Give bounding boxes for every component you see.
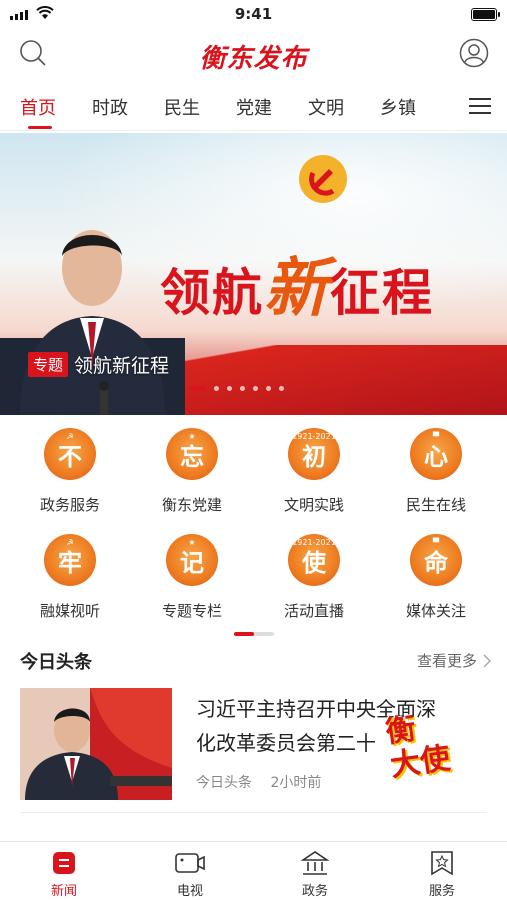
banner-caption-text: 领航新征程 xyxy=(74,355,170,377)
topic-badge: 专题 xyxy=(28,352,69,377)
headlines-header: 今日头条 查看更多 xyxy=(0,646,507,676)
tab-civilization[interactable]: 文明 xyxy=(308,94,344,120)
status-bar: 9:41 xyxy=(0,0,507,30)
tabbar-service[interactable]: 服务 xyxy=(402,850,482,899)
grid-item-party-building[interactable]: ★ 忘 衡东党建 xyxy=(142,428,242,515)
tab-politics[interactable]: 时政 xyxy=(92,94,128,120)
shi-icon: 1921-2021 使 xyxy=(288,534,340,586)
news-thumbnail xyxy=(20,688,172,800)
service-icon xyxy=(431,851,453,876)
user-icon xyxy=(459,38,489,68)
ming-icon: ▀ 命 xyxy=(410,534,462,586)
lao-icon: ☭ 牢 xyxy=(44,534,96,586)
tabbar-tv[interactable]: 电视 xyxy=(150,850,230,899)
ji-icon: ★ 记 xyxy=(166,534,218,586)
party-emblem-icon xyxy=(299,155,347,203)
xin-icon: ▀ 心 xyxy=(410,428,462,480)
category-tabs: 首页 时政 民生 党建 文明 乡镇 xyxy=(0,84,507,131)
grid-page-indicator xyxy=(234,632,274,636)
grid-item-live-events[interactable]: 1921-2021 使 活动直播 xyxy=(264,534,364,621)
grid-item-civilization-practice[interactable]: 1921-2021 初 文明实践 xyxy=(264,428,364,515)
bu-icon: ☭ 不 xyxy=(44,428,96,480)
bottom-tab-bar: 新闻 电视 政务 服务 xyxy=(0,841,507,900)
tabbar-news[interactable]: 新闻 xyxy=(24,850,104,899)
grid-item-media-attention[interactable]: ▀ 命 媒体关注 xyxy=(386,534,486,621)
tab-livelihood[interactable]: 民生 xyxy=(164,94,200,120)
grid-item-special-topics[interactable]: ★ 记 专题专栏 xyxy=(142,534,242,621)
news-icon xyxy=(53,852,75,874)
view-more-link[interactable]: 查看更多 xyxy=(417,650,491,671)
app-header: 衡东发布 xyxy=(0,30,507,80)
government-icon xyxy=(301,851,329,875)
banner-caption: 专题 领航新征程 xyxy=(28,351,169,378)
menu-icon[interactable] xyxy=(469,98,491,119)
tab-home[interactable]: 首页 xyxy=(20,94,56,120)
grid-item-livelihood-online[interactable]: ▀ 心 民生在线 xyxy=(386,428,486,515)
chu-icon: 1921-2021 初 xyxy=(288,428,340,480)
banner-carousel[interactable]: 领航新征程 专题 领航新征程 xyxy=(0,133,507,415)
chevron-right-icon xyxy=(483,653,491,668)
battery-icon xyxy=(471,8,500,21)
app-logo: 衡东发布 xyxy=(199,44,308,74)
carousel-indicator xyxy=(190,386,284,391)
news-meta: 今日头条 2小时前 xyxy=(196,772,335,792)
banner-portrait xyxy=(0,230,185,415)
news-item[interactable]: 习近平主持召开中央全面深化改革委员会第二十 今日头条 2小时前 衡 大使 xyxy=(20,688,487,800)
grid-item-government-services[interactable]: ☭ 不 政务服务 xyxy=(20,428,120,515)
news-source: 今日头条 xyxy=(196,775,252,791)
wang-icon: ★ 忘 xyxy=(166,428,218,480)
tab-towns[interactable]: 乡镇 xyxy=(380,94,416,120)
status-time: 9:41 xyxy=(234,5,273,23)
grid-item-media[interactable]: ☭ 牢 融媒视听 xyxy=(20,534,120,621)
ambassador-stamp: 衡 大使 xyxy=(383,711,453,784)
section-title: 今日头条 xyxy=(20,652,92,673)
tab-active-indicator xyxy=(28,126,52,129)
profile-button[interactable] xyxy=(457,36,491,70)
tv-icon xyxy=(175,853,205,873)
news-time: 2小时前 xyxy=(270,775,322,791)
tab-party[interactable]: 党建 xyxy=(236,94,272,120)
tabbar-government[interactable]: 政务 xyxy=(275,850,355,899)
banner-headline: 领航新征程 xyxy=(160,251,434,326)
